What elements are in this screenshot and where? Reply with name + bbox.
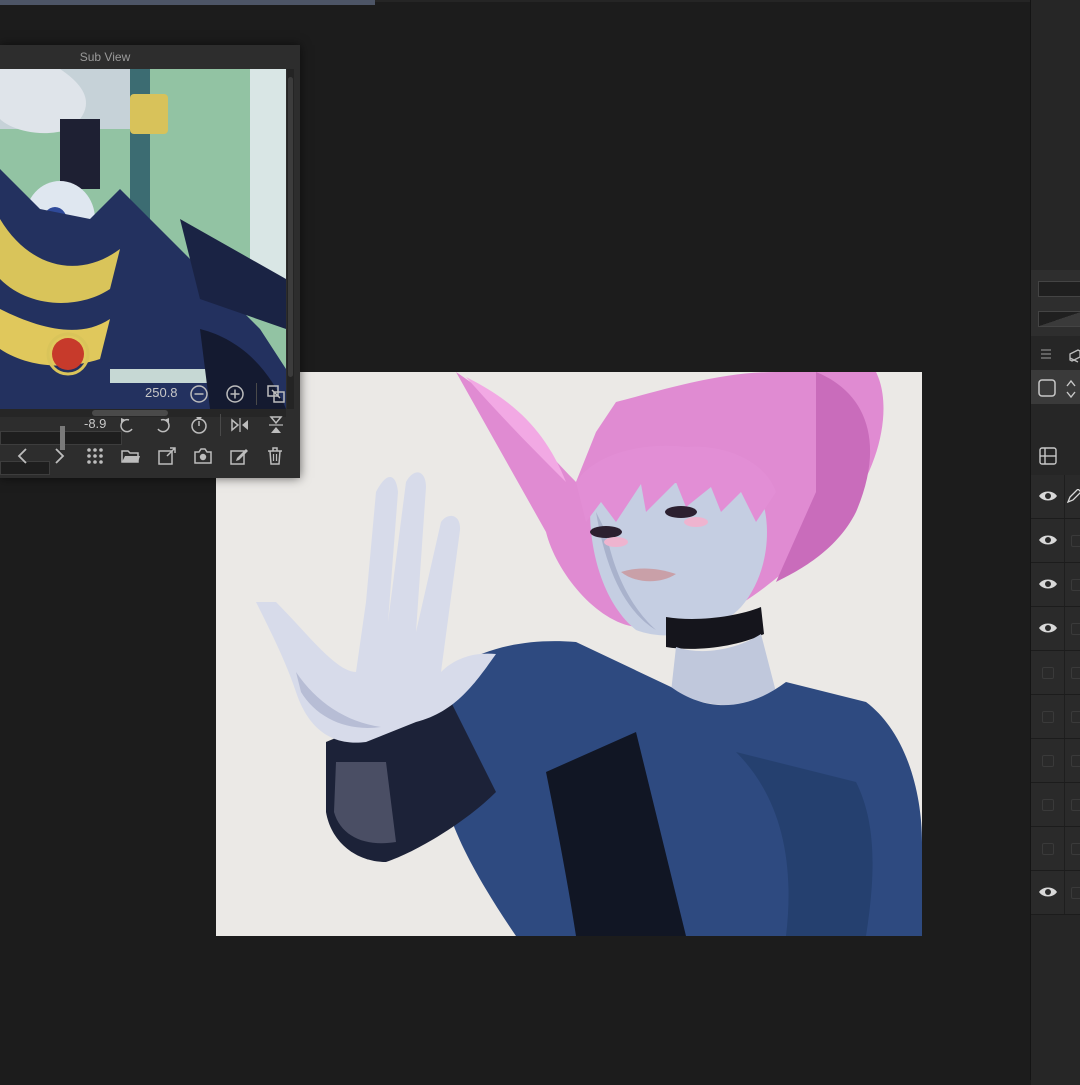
zoom-slider[interactable]: [0, 426, 122, 450]
layer-row-divider: [1064, 695, 1065, 738]
layer-lock-toggle[interactable]: [1071, 711, 1080, 723]
zoom-in-icon[interactable]: [224, 383, 246, 405]
layer-lock-toggle[interactable]: [1071, 843, 1080, 855]
reset-rotation-icon[interactable]: [188, 414, 210, 436]
layer-row-divider: [1064, 783, 1065, 826]
camera-icon[interactable]: [192, 445, 214, 467]
new-layer-icon[interactable]: [1037, 378, 1057, 398]
layer-lock-toggle[interactable]: [1071, 887, 1080, 899]
layer-row[interactable]: [1031, 519, 1080, 563]
trash-icon[interactable]: [264, 445, 286, 467]
zoom-value: 250.8: [145, 385, 178, 400]
vertical-scrollbar[interactable]: [287, 69, 294, 409]
layer-row[interactable]: [1031, 651, 1080, 695]
edit-icon[interactable]: [228, 445, 250, 467]
layer-row-divider: [1064, 871, 1065, 914]
layer-lock-toggle[interactable]: [1071, 623, 1080, 635]
visibility-off-toggle[interactable]: [1042, 667, 1054, 679]
canvas-artwork: [256, 372, 922, 936]
visibility-eye-icon[interactable]: [1038, 620, 1058, 636]
layer-lock-toggle[interactable]: [1071, 667, 1080, 679]
rotation-value: -8.9: [84, 416, 107, 431]
fit-window-icon[interactable]: [265, 383, 287, 405]
blend-mode-field[interactable]: [1038, 281, 1080, 297]
reference-artwork: [0, 69, 286, 409]
layer-row[interactable]: [1031, 783, 1080, 827]
drawing-canvas[interactable]: [216, 372, 922, 936]
pencil-icon: [1067, 489, 1080, 503]
layers-tab-icon[interactable]: [1068, 347, 1080, 367]
visibility-off-toggle[interactable]: [1042, 755, 1054, 767]
layer-row-divider: [1064, 607, 1065, 650]
visibility-off-toggle[interactable]: [1042, 799, 1054, 811]
rotate-right-icon[interactable]: [152, 414, 174, 436]
top-bar: [375, 0, 1030, 2]
layer-row-divider: [1064, 827, 1065, 870]
visibility-off-toggle[interactable]: [1042, 843, 1054, 855]
grid-icon[interactable]: [84, 445, 106, 467]
layer-row-divider: [1064, 739, 1065, 782]
visibility-eye-icon[interactable]: [1038, 488, 1058, 504]
layer-list-view-icon[interactable]: [1038, 446, 1060, 466]
opacity-field[interactable]: [1038, 311, 1080, 327]
layer-row-divider: [1064, 651, 1065, 694]
sub-view-panel: Sub View 250.8 -8.9: [0, 45, 300, 478]
next-icon[interactable]: [48, 445, 70, 467]
previous-icon[interactable]: [12, 445, 34, 467]
layer-list-empty-area: [1031, 915, 1080, 1085]
visibility-eye-icon[interactable]: [1038, 532, 1058, 548]
sub-view-title: Sub View: [79, 50, 131, 64]
layer-row-divider: [1064, 475, 1065, 518]
rotate-left-icon[interactable]: [116, 414, 138, 436]
layer-row[interactable]: [1031, 563, 1080, 607]
layer-lock-toggle[interactable]: [1071, 799, 1080, 811]
zoom-out-icon[interactable]: [188, 383, 210, 405]
visibility-off-toggle[interactable]: [1042, 711, 1054, 723]
flip-horizontal-icon[interactable]: [229, 414, 251, 436]
layer-row[interactable]: [1031, 607, 1080, 651]
layer-lock-toggle[interactable]: [1071, 755, 1080, 767]
layer-row[interactable]: [1031, 475, 1080, 519]
top-tab-strip: [0, 0, 375, 5]
layer-row[interactable]: [1031, 871, 1080, 915]
layer-order-stepper-icon[interactable]: [1064, 378, 1078, 400]
reference-image[interactable]: [0, 69, 286, 409]
import-icon[interactable]: [156, 445, 178, 467]
visibility-eye-icon[interactable]: [1038, 576, 1058, 592]
visibility-eye-icon[interactable]: [1038, 884, 1058, 900]
layer-row[interactable]: [1031, 695, 1080, 739]
layer-row-divider: [1064, 563, 1065, 606]
toolbar-divider: [256, 383, 257, 405]
toolbar-divider: [220, 414, 221, 436]
flip-vertical-icon[interactable]: [265, 414, 287, 436]
panel-menu-icon[interactable]: [1040, 347, 1052, 361]
open-folder-icon[interactable]: [120, 445, 142, 467]
layer-row-divider: [1064, 519, 1065, 562]
layer-lock-toggle[interactable]: [1071, 535, 1080, 547]
layer-row[interactable]: [1031, 827, 1080, 871]
layer-row[interactable]: [1031, 739, 1080, 783]
layer-lock-toggle[interactable]: [1071, 579, 1080, 591]
